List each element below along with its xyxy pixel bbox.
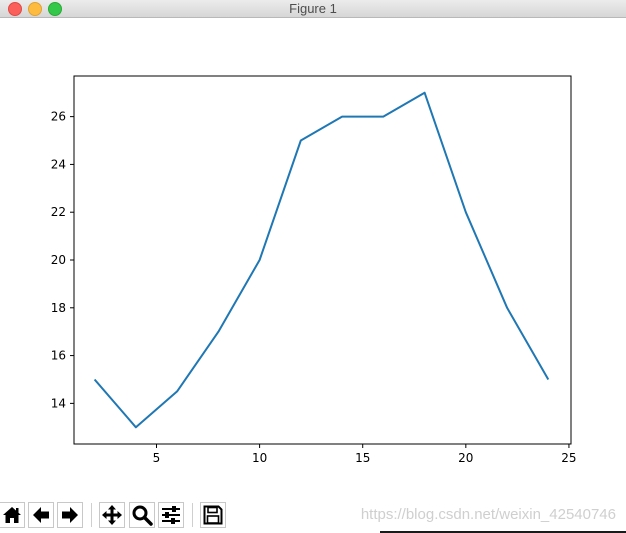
toolbar-separator — [91, 503, 92, 527]
window-title: Figure 1 — [289, 1, 337, 16]
zoom-button[interactable] — [129, 502, 155, 528]
axes-frame — [73, 75, 572, 445]
x-tick-label: 15 — [355, 451, 370, 465]
configure-subplots-button[interactable] — [158, 502, 184, 528]
magnifier-icon — [132, 505, 153, 526]
floppy-disk-icon — [203, 505, 223, 525]
x-tick-label: 10 — [252, 451, 267, 465]
arrow-right-icon — [62, 507, 78, 523]
sliders-icon — [162, 506, 180, 524]
y-tick-label: 16 — [51, 349, 66, 363]
y-tick-label: 24 — [51, 157, 66, 171]
toolbar-separator — [192, 503, 193, 527]
x-tick-label: 25 — [561, 451, 576, 465]
forward-button[interactable] — [57, 502, 83, 528]
series-line — [93, 91, 550, 429]
line-chart: 5 10 15 20 25 14 16 18 20 22 24 26 — [51, 75, 577, 465]
home-button[interactable] — [0, 502, 25, 528]
x-tick-label: 5 — [153, 451, 161, 465]
watermark-text: https://blog.csdn.net/weixin_42540746 — [360, 506, 616, 523]
y-tick-label: 20 — [51, 253, 66, 267]
figure-canvas[interactable]: 5 10 15 20 25 14 16 18 20 22 24 26 — [0, 18, 626, 498]
home-icon — [3, 507, 21, 523]
y-tick-label: 14 — [51, 396, 66, 410]
back-button[interactable] — [28, 502, 54, 528]
y-tick-label: 26 — [51, 110, 66, 124]
x-tick-label: 20 — [458, 451, 473, 465]
pan-button[interactable] — [99, 502, 125, 528]
arrow-left-icon — [33, 507, 49, 523]
move-icon — [102, 505, 122, 525]
save-button[interactable] — [200, 502, 226, 528]
window-titlebar: Figure 1 — [0, 0, 626, 18]
y-tick-label: 18 — [51, 301, 66, 315]
y-tick-label: 22 — [51, 205, 66, 219]
